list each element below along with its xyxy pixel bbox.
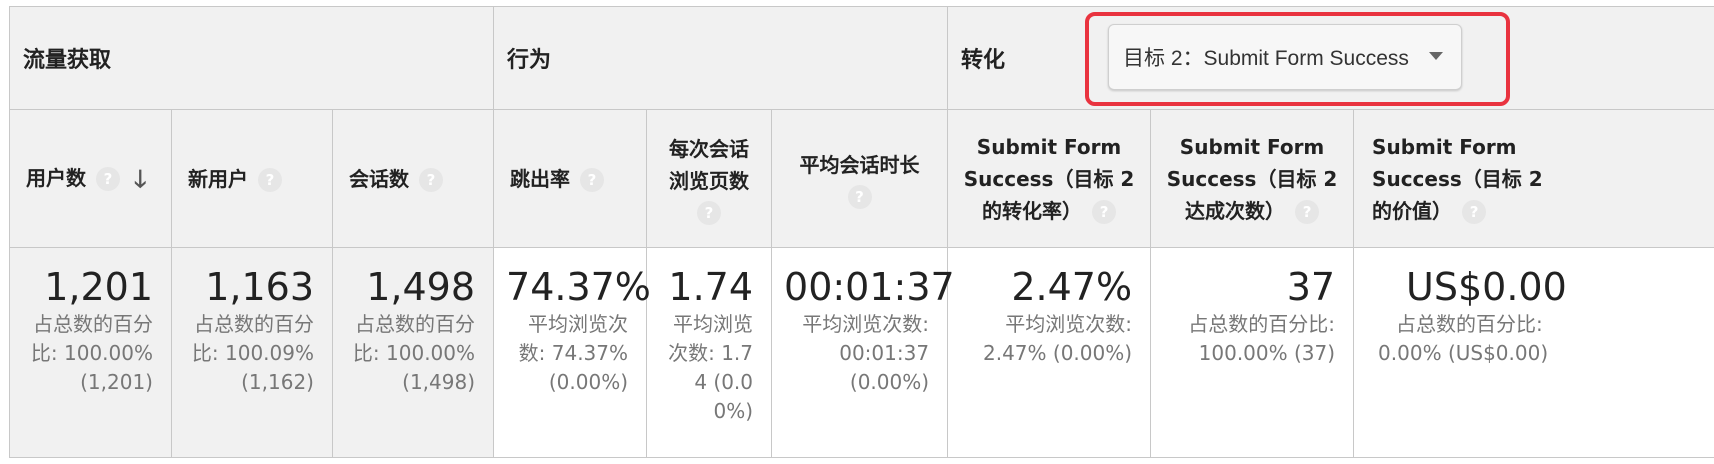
total-pages-per-session-value: 1.74 xyxy=(668,265,754,309)
total-goal-completions-sub1: 占总数的百分比: xyxy=(1188,312,1336,336)
total-users-value: 1,201 xyxy=(44,265,153,309)
col-header-goal-conv-rate-line2: Success（目标 2 xyxy=(963,166,1135,191)
col-header-users-label: 用户数 xyxy=(26,165,86,190)
col-header-pages-per-session-line2: 浏览页数 xyxy=(669,168,750,193)
col-header-bounce-rate[interactable]: 跳出率? xyxy=(493,109,648,248)
report-table-container: 流量获取 行为 转化 用户数? 🡓 新用户? 会话数? 跳出率? 每次会话 浏览页… xyxy=(0,0,1714,464)
total-avg-session-duration-sub3: (0.00%) xyxy=(849,370,930,394)
total-goal-value: US$0.00 占总数的百分比: 0.00% (US$0.00) xyxy=(1353,247,1714,458)
total-goal-completions-value: 37 xyxy=(1286,265,1336,309)
help-icon[interactable]: ? xyxy=(96,167,120,192)
total-avg-session-duration-sub1: 平均浏览次数: xyxy=(802,312,930,336)
col-header-goal-value-line1: Submit Form xyxy=(1372,134,1517,159)
group-acquisition: 流量获取 xyxy=(8,6,495,110)
col-header-pages-per-session[interactable]: 每次会话 浏览页数 ? xyxy=(646,109,773,248)
total-bounce-rate-sub: 平均浏览次数: 74.37% (0.00%) xyxy=(518,312,629,394)
help-icon[interactable]: ? xyxy=(847,184,872,209)
col-header-goal-value[interactable]: Submit Form Success（目标 2 的价值）? xyxy=(1353,109,1714,248)
total-goal-completions: 37 占总数的百分比: 100.00% (37) xyxy=(1150,247,1355,458)
group-behavior: 行为 xyxy=(493,6,949,110)
col-header-avg-session-duration[interactable]: 平均会话时长 ? xyxy=(771,109,949,248)
total-bounce-rate-value: 74.37% xyxy=(506,265,651,309)
total-goal-conv-rate: 2.47% 平均浏览次数: 2.47% (0.00%) xyxy=(947,247,1152,458)
help-icon[interactable]: ? xyxy=(419,168,443,192)
total-avg-session-duration: 00:01:37 平均浏览次数: 00:01:37 (0.00%) xyxy=(771,247,955,458)
col-header-bounce-rate-label: 跳出率 xyxy=(510,166,571,191)
total-bounce-rate: 74.37% 平均浏览次数: 74.37% (0.00%) xyxy=(493,247,651,458)
group-conversion-label: 转化 xyxy=(961,48,1006,73)
col-header-goal-conv-rate-line1: Submit Form xyxy=(976,134,1122,159)
total-goal-conv-rate-sub1: 平均浏览次数: xyxy=(1005,312,1133,336)
help-icon[interactable]: ? xyxy=(697,200,722,225)
col-header-sessions[interactable]: 会话数? xyxy=(331,109,495,248)
col-header-goal-completions-line2: Success（目标 2 xyxy=(1166,166,1338,191)
total-pages-per-session: 1.74 平均浏览次数: 1.74 (0.00%) xyxy=(646,247,773,458)
total-goal-value-sub2: 0.00% (US$0.00) xyxy=(1378,341,1549,365)
total-goal-value-sub1: 占总数的百分比: xyxy=(1396,312,1543,336)
goal-select-value: 目标 2：Submit Form Success xyxy=(1123,47,1409,70)
total-users: 1,201 占总数的百分比: 100.00% (1,201) xyxy=(9,247,172,458)
col-header-avg-session-duration-label: 平均会话时长 xyxy=(799,152,920,177)
col-header-users[interactable]: 用户数? 🡓 xyxy=(9,109,172,248)
total-goal-value-value: US$0.00 xyxy=(1406,265,1567,309)
total-goal-conv-rate-sub2: 2.47% (0.00%) xyxy=(983,341,1133,365)
col-header-new-users-label: 新用户 xyxy=(188,166,248,191)
total-avg-session-duration-sub2: 00:01:37 xyxy=(839,341,930,365)
help-icon[interactable]: ? xyxy=(580,168,605,192)
col-header-new-users[interactable]: 新用户? xyxy=(171,109,333,248)
arrow-down-icon[interactable]: 🡓 xyxy=(134,163,146,195)
col-header-goal-value-line3: 的价值） xyxy=(1372,198,1453,223)
col-header-goal-conv-rate-line3: 的转化率） xyxy=(982,198,1083,223)
help-icon[interactable]: ? xyxy=(1092,200,1117,224)
total-new-users-value: 1,163 xyxy=(205,265,314,309)
totals-row: 1,201 占总数的百分比: 100.00% (1,201) 1,163 占总数… xyxy=(9,247,1714,458)
col-header-goal-completions-line1: Submit Form xyxy=(1179,134,1325,159)
total-goal-conv-rate-value: 2.47% xyxy=(1011,265,1133,309)
col-header-pages-per-session-line1: 每次会话 xyxy=(669,136,750,161)
total-users-sub: 占总数的百分比: 100.00% (1,201) xyxy=(30,312,153,394)
total-pages-per-session-sub: 平均浏览次数: 1.74 (0.00%) xyxy=(668,312,754,423)
help-icon[interactable]: ? xyxy=(1462,200,1487,224)
total-avg-session-duration-value: 00:01:37 xyxy=(784,265,955,309)
total-sessions-sub: 占总数的百分比: 100.00% (1,498) xyxy=(352,312,476,394)
total-new-users: 1,163 占总数的百分比: 100.09% (1,162) xyxy=(171,247,333,458)
total-sessions: 1,498 占总数的百分比: 100.00% (1,498) xyxy=(331,247,495,458)
help-icon[interactable]: ? xyxy=(258,168,282,192)
col-header-goal-completions[interactable]: Submit Form Success（目标 2 达成次数）? xyxy=(1150,109,1355,248)
total-sessions-value: 1,498 xyxy=(366,265,476,309)
col-header-goal-value-line2: Success（目标 2 xyxy=(1372,166,1543,191)
col-header-goal-conv-rate[interactable]: Submit Form Success（目标 2 的转化率）? xyxy=(947,109,1152,248)
total-new-users-sub: 占总数的百分比: 100.09% (1,162) xyxy=(191,312,314,394)
total-goal-completions-sub2: 100.00% (37) xyxy=(1198,341,1336,365)
col-header-goal-completions-line3: 达成次数） xyxy=(1185,198,1286,223)
goal-select-dropdown[interactable]: 目标 2：Submit Form Success xyxy=(1108,24,1462,90)
col-header-sessions-label: 会话数 xyxy=(349,166,409,191)
help-icon[interactable]: ? xyxy=(1295,200,1320,224)
caret-down-icon[interactable] xyxy=(1429,52,1443,60)
column-header-row: 用户数? 🡓 新用户? 会话数? 跳出率? 每次会话 浏览页数 ? 平均会话时长 … xyxy=(9,109,1714,248)
